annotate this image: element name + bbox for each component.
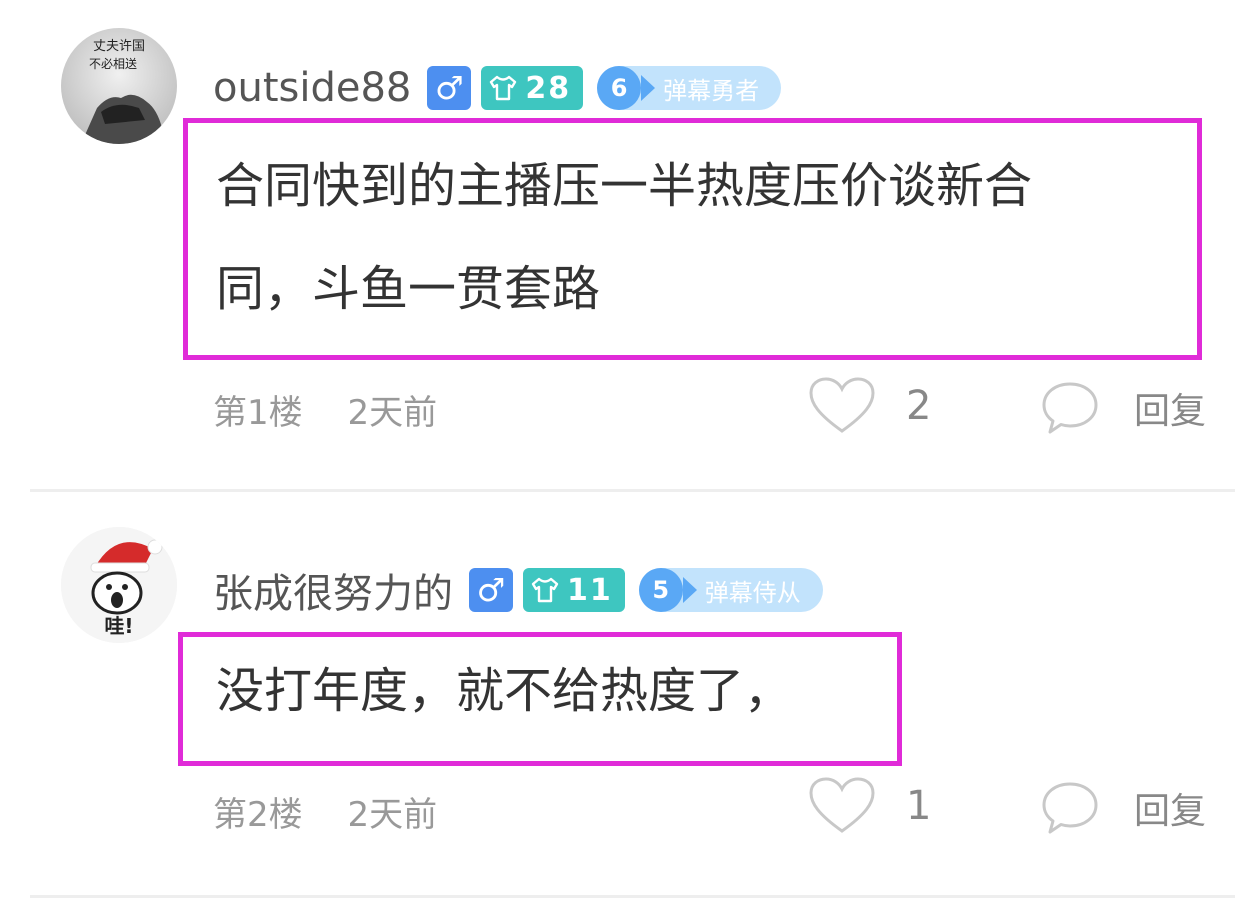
shirt-icon <box>490 75 517 101</box>
shirt-icon <box>531 577 559 603</box>
comment-item: 丈夫许国 不必相送 outside88 ♂ 28 6 弹幕勇者 合同快到的主播压… <box>0 0 1235 492</box>
post-time: 2天前 <box>347 393 438 433</box>
fan-level-badge: 11 <box>523 568 625 612</box>
speech-bubble-icon <box>1042 382 1098 434</box>
floor-number: 第1楼 <box>213 393 303 433</box>
reply-label: 回复 <box>1134 791 1207 832</box>
fan-level-badge: 28 <box>481 66 584 110</box>
like-count: 1 <box>906 783 932 829</box>
username[interactable]: 张成很努力的 <box>213 561 453 619</box>
rank-title: 弹幕侍从 <box>704 578 801 607</box>
speech-bubble-icon <box>1042 782 1098 834</box>
rank-level: 6 <box>597 66 656 110</box>
comment-header: outside88 ♂ 28 6 弹幕勇者 <box>213 58 782 118</box>
reply-label: 回复 <box>1134 391 1207 432</box>
male-icon: ♂ <box>427 66 472 110</box>
fan-level-number: 28 <box>525 70 572 106</box>
comment-content: 没打年度，就不给热度了， <box>178 632 902 766</box>
comment-header: 张成很努力的 ♂ 11 5 弹幕侍从 <box>213 560 823 620</box>
heart-icon <box>809 777 875 833</box>
reply-button[interactable]: 回复 <box>1040 380 1206 436</box>
username[interactable]: outside88 <box>213 65 411 111</box>
comment-content: 合同快到的主播压一半热度压价谈新合 同，斗鱼一贯套路 <box>183 118 1202 360</box>
comment-meta: 第1楼 2天前 <box>213 385 437 434</box>
fan-level-number: 11 <box>567 572 613 608</box>
comment-meta: 第2楼 2天前 <box>213 787 437 836</box>
heart-icon <box>809 377 875 433</box>
male-icon: ♂ <box>469 568 513 612</box>
avatar[interactable]: 丈夫许国 不必相送 <box>61 28 177 144</box>
avatar-text: 哇! <box>104 614 133 638</box>
avatar-image: 哇! <box>61 527 177 643</box>
comment-content-line: 同，斗鱼一贯套路 <box>216 261 601 317</box>
floor-number: 第2楼 <box>213 795 303 835</box>
comment-item: 哇! 张成很努力的 ♂ 11 5 弹幕侍从 没打年度，就不给热度了， 第2楼 2… <box>0 492 1235 898</box>
avatar[interactable]: 哇! <box>61 527 177 643</box>
rank-badge: 5 弹幕侍从 <box>638 568 823 612</box>
like-count: 2 <box>906 383 932 429</box>
post-time: 2天前 <box>347 795 438 835</box>
avatar-text-line-1: 丈夫许国 <box>93 39 145 54</box>
rank-badge: 6 弹幕勇者 <box>597 66 782 110</box>
avatar-text-line-2: 不必相送 <box>89 56 137 71</box>
avatar-image: 丈夫许国 不必相送 <box>61 28 177 144</box>
rank-level: 5 <box>638 568 697 612</box>
comment-content-line: 合同快到的主播压一半热度压价谈新合 <box>216 158 1033 214</box>
comment-content-line: 没打年度，就不给热度了， <box>216 663 793 719</box>
like-button[interactable]: 2 <box>808 376 931 436</box>
reply-button[interactable]: 回复 <box>1040 780 1206 836</box>
like-button[interactable]: 1 <box>808 776 931 836</box>
rank-title: 弹幕勇者 <box>663 76 760 105</box>
